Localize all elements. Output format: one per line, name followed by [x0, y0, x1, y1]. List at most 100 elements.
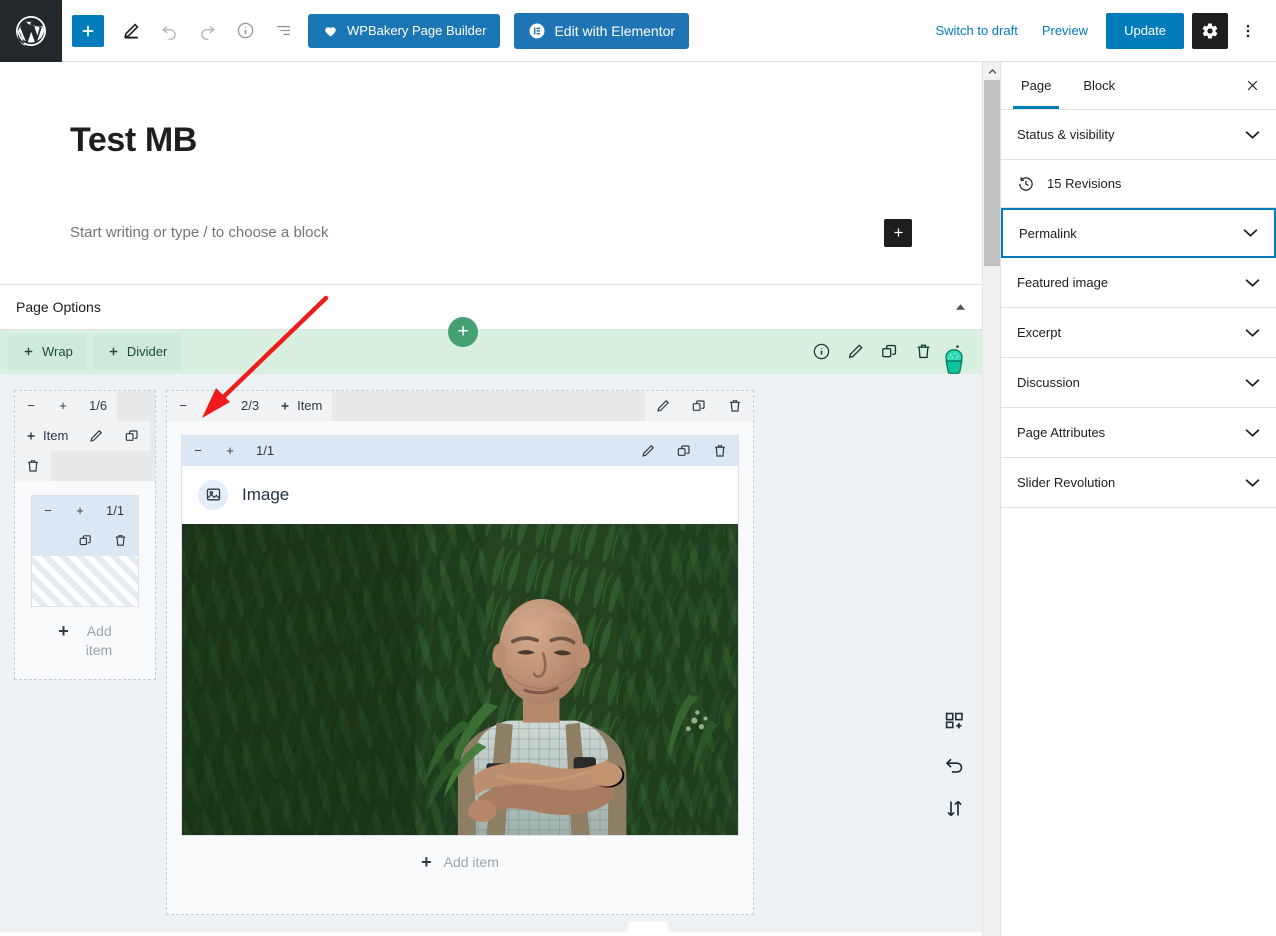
builder-canvas: − + 1/6 Item − + 1/1 + Add item − + 2/3 …: [0, 373, 982, 932]
sidebar-panel-permalink[interactable]: Permalink: [1001, 208, 1276, 258]
inner16-decrease-button[interactable]: −: [32, 496, 64, 526]
block11-duplicate-icon[interactable]: [666, 436, 702, 466]
undo-arrow-icon[interactable]: [928, 742, 980, 786]
col16-increase-button[interactable]: +: [47, 390, 79, 421]
cupcake-icon[interactable]: [928, 340, 980, 384]
col16-duplicate-icon[interactable]: [114, 420, 151, 451]
image-block-1-1[interactable]: − + 1/1 Image: [181, 434, 739, 836]
image-block-title-row: Image: [182, 465, 738, 524]
tab-block[interactable]: Block: [1067, 62, 1131, 109]
tab-page[interactable]: Page: [1005, 62, 1067, 109]
revisions-label: 15 Revisions: [1047, 176, 1122, 191]
column-1-6-add-item[interactable]: + Add item: [15, 607, 155, 678]
col16-decrease-button[interactable]: −: [15, 390, 47, 421]
sidebar-panel-discussion[interactable]: Discussion: [1001, 358, 1276, 408]
panel-label: Featured image: [1017, 275, 1109, 290]
chevron-down-icon: [1245, 378, 1260, 388]
page-title[interactable]: Test MB: [70, 120, 912, 161]
inner16-increase-button[interactable]: +: [64, 496, 96, 526]
col23-increase-button[interactable]: +: [199, 390, 231, 421]
sidebar-panel-excerpt[interactable]: Excerpt: [1001, 308, 1276, 358]
col23-add-item-button[interactable]: Item: [269, 390, 333, 421]
block11-edit-pencil-icon[interactable]: [630, 436, 666, 466]
sidebar-revisions-row[interactable]: 15 Revisions: [1001, 160, 1276, 208]
block-inserter-button[interactable]: [884, 218, 912, 247]
sidebar-panel-status-visibility[interactable]: Status & visibility: [1001, 110, 1276, 160]
column-2-3-add-item[interactable]: + Add item: [181, 836, 739, 889]
col16-add-item-label: Item: [43, 428, 69, 444]
wordpress-logo-icon[interactable]: [0, 0, 62, 62]
add-wrap-button[interactable]: Wrap: [8, 333, 87, 370]
undo-button[interactable]: [150, 12, 188, 50]
column-1-6-inner-block[interactable]: − + 1/1: [31, 494, 139, 607]
plus-icon: [24, 348, 33, 356]
add-wrap-label: Wrap: [42, 344, 73, 360]
builder-add-section-button[interactable]: +: [448, 316, 478, 347]
col23-edit-pencil-icon[interactable]: [645, 390, 681, 421]
builder-duplicate-icon[interactable]: [872, 335, 906, 369]
close-sidebar-icon[interactable]: [1232, 66, 1272, 106]
page-options-metabox-header[interactable]: Page Options: [0, 284, 982, 330]
empty-block-hatch-placeholder: [32, 555, 138, 606]
details-info-button[interactable]: [226, 12, 264, 50]
add-divider-label: Divider: [126, 344, 168, 360]
col16-add-item-button[interactable]: Item: [15, 420, 79, 451]
chevron-down-icon: [1245, 328, 1260, 338]
col23-decrease-button[interactable]: −: [167, 390, 199, 421]
sidebar-panel-featured-image[interactable]: Featured image: [1001, 258, 1276, 308]
redo-button[interactable]: [188, 12, 226, 50]
panel-label: Slider Revolution: [1017, 475, 1116, 490]
edit-with-elementor-button[interactable]: Edit with Elementor: [514, 12, 690, 49]
wpbakery-page-builder-button[interactable]: WPBakery Page Builder: [308, 13, 501, 48]
inner16-trash-icon[interactable]: [103, 526, 138, 556]
add-item-label-line1: Add: [86, 623, 112, 640]
inner-block-actions: [32, 525, 138, 556]
sidebar-panel-slider-revolution[interactable]: Slider Revolution: [1001, 458, 1276, 508]
col16-width-label[interactable]: 1/6: [79, 390, 118, 421]
sort-updown-icon[interactable]: [928, 786, 980, 830]
col23-duplicate-icon[interactable]: [681, 390, 717, 421]
image-block-photo[interactable]: [182, 523, 738, 835]
add-divider-button[interactable]: Divider: [92, 333, 182, 370]
inner16-width-label[interactable]: 1/1: [96, 496, 134, 526]
col23-trash-icon[interactable]: [717, 390, 753, 421]
round-add-label: +: [457, 321, 469, 343]
block11-decrease-button[interactable]: −: [182, 436, 214, 466]
more-options-kebab-icon[interactable]: [1232, 13, 1264, 49]
metabox-collapse-triangle-up-icon[interactable]: [955, 303, 966, 311]
sidebar-panel-page-attributes[interactable]: Page Attributes: [1001, 408, 1276, 458]
tools-pencil-button[interactable]: [112, 12, 150, 50]
add-block-button[interactable]: [72, 14, 104, 47]
floating-plugin-rail: [928, 340, 980, 384]
panel-label: Page Attributes: [1017, 425, 1106, 440]
block11-trash-icon[interactable]: [702, 436, 738, 466]
col16-edit-pencil-icon[interactable]: [78, 420, 115, 451]
builder-edit-pencil-icon[interactable]: [838, 335, 872, 369]
elementor-logo-icon: [528, 22, 546, 40]
col16-controls-spacer: [51, 451, 155, 481]
column-2-3[interactable]: − + 2/3 Item − + 1/1 Image + Add item: [166, 389, 754, 915]
page-settings-sidebar: Page Block Status & visibility 15 Revisi…: [1000, 62, 1276, 936]
preview-button[interactable]: Preview: [1030, 15, 1100, 46]
editor-scrollbar[interactable]: [982, 62, 1001, 936]
list-view-icon[interactable]: [264, 12, 302, 50]
partially-visible-bottom-button[interactable]: [628, 921, 668, 932]
settings-gear-icon[interactable]: [1192, 12, 1228, 49]
col23-width-label[interactable]: 2/3: [231, 390, 270, 421]
switch-to-draft-button[interactable]: Switch to draft: [923, 15, 1029, 46]
elementor-label: Edit with Elementor: [554, 22, 676, 39]
scrollbar-thumb[interactable]: [984, 80, 1000, 266]
paragraph-placeholder: Start writing or type / to choose a bloc…: [70, 224, 329, 242]
inner16-duplicate-icon[interactable]: [68, 526, 103, 556]
empty-paragraph-block[interactable]: Start writing or type / to choose a bloc…: [0, 213, 982, 253]
builder-info-icon[interactable]: [804, 335, 838, 369]
block11-width-label[interactable]: 1/1: [246, 436, 284, 466]
floating-builder-actions-rail: [928, 698, 980, 830]
block11-increase-button[interactable]: +: [214, 436, 246, 466]
col16-trash-icon[interactable]: [15, 450, 51, 481]
update-button[interactable]: Update: [1106, 12, 1184, 49]
add-template-icon[interactable]: [928, 698, 980, 742]
column-1-6[interactable]: − + 1/6 Item − + 1/1 + Add item: [14, 389, 156, 680]
chevron-down-icon: [1245, 428, 1260, 438]
scrollbar-chevron-up-icon[interactable]: [983, 62, 1001, 80]
